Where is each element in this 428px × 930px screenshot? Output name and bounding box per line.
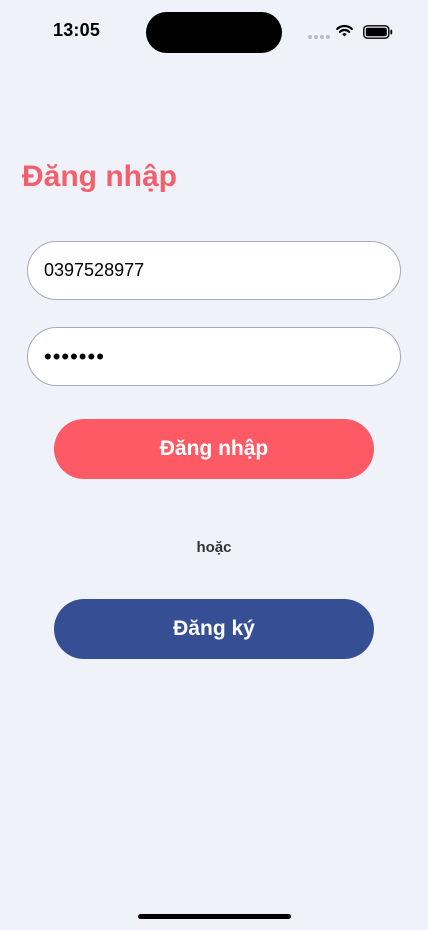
login-button-label: Đăng nhập [159, 437, 269, 460]
phone-field[interactable] [27, 241, 401, 300]
wifi-icon [336, 24, 353, 37]
login-screen: 13:05 Đăng nhập Đăng nhập hoặc Đăng ký [0, 0, 428, 930]
password-input[interactable] [28, 328, 400, 385]
page-title: Đăng nhập [22, 160, 177, 193]
or-divider-text: hoặc [196, 539, 232, 556]
cellular-signal-icon [308, 35, 330, 39]
phone-input[interactable] [28, 242, 400, 299]
login-button[interactable]: Đăng nhập [54, 419, 374, 479]
status-time: 13:05 [53, 20, 101, 40]
password-field[interactable] [27, 327, 401, 386]
register-button[interactable]: Đăng ký [54, 599, 374, 659]
home-indicator[interactable] [138, 914, 291, 919]
register-button-label: Đăng ký [173, 617, 255, 640]
battery-icon [363, 25, 393, 39]
dynamic-island [146, 12, 282, 53]
